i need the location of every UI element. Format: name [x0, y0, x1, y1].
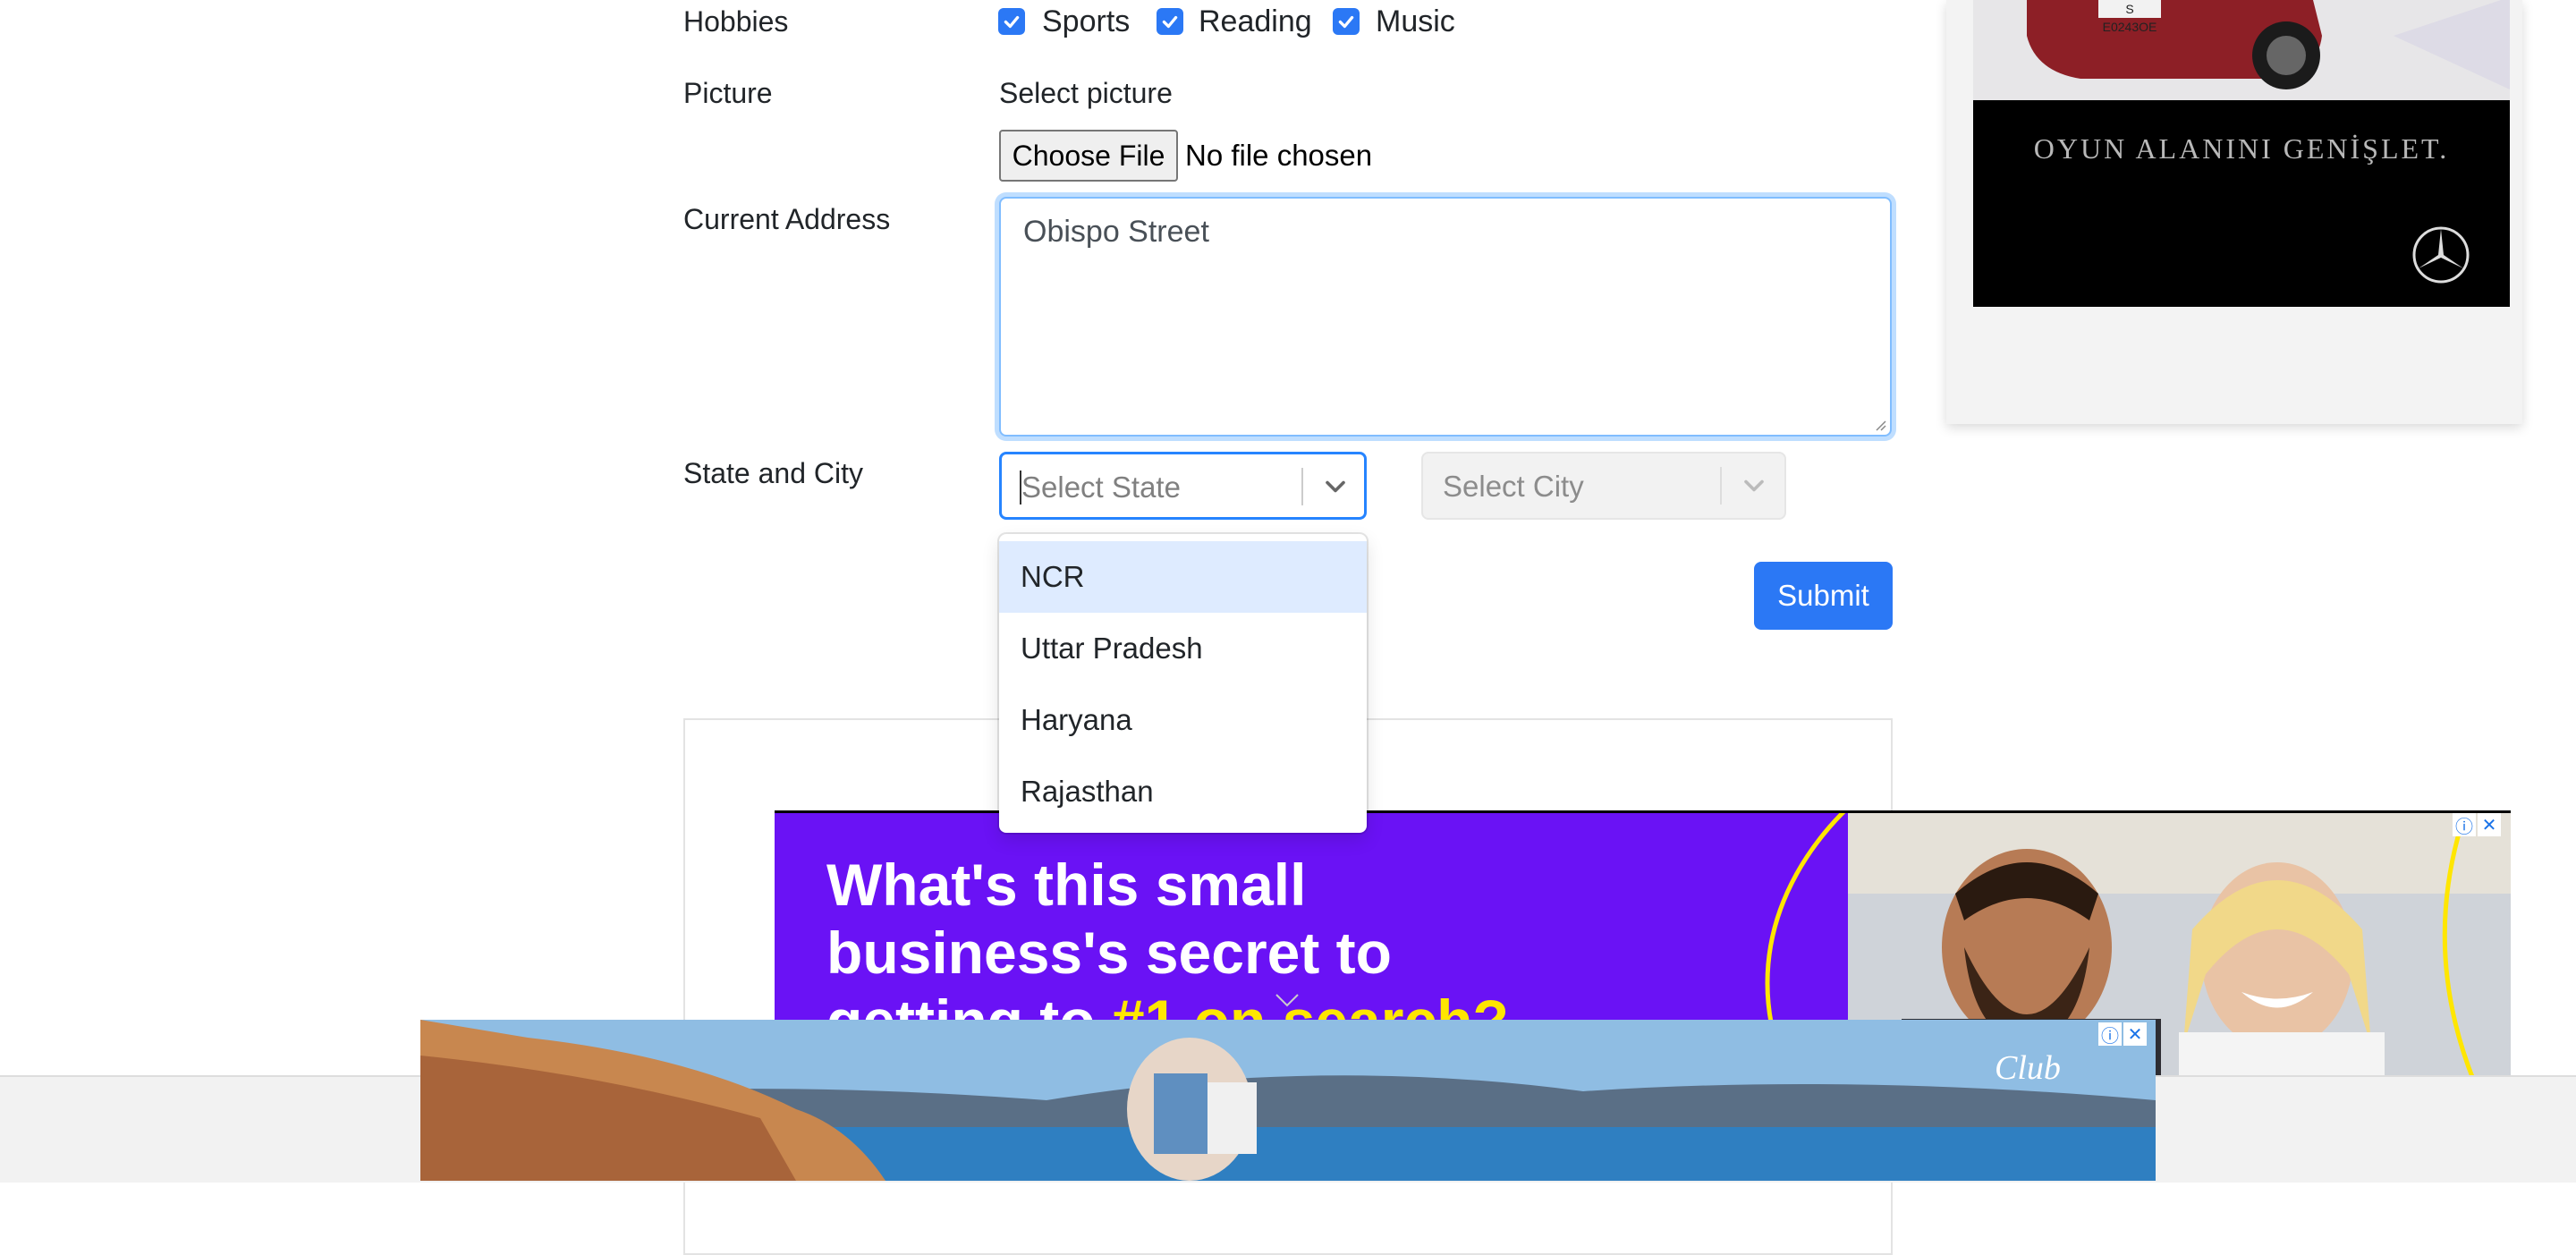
picture-label: Picture: [683, 77, 773, 109]
resize-handle-icon[interactable]: [1872, 417, 1886, 431]
side-ad-slogan: OYUN ALANINI GENİŞLET.: [2033, 132, 2450, 165]
car-ad-image[interactable]: S E0243OE: [1973, 0, 2510, 100]
ad-headline-line-2: business's secret to: [826, 920, 1392, 986]
hobbies-label: Hobbies: [683, 5, 789, 38]
city-placeholder: Select City: [1443, 470, 1584, 503]
state-dropdown-menu: NCR Uttar Pradesh Haryana Rajasthan: [999, 534, 1367, 833]
ad-info-icon[interactable]: ⓘ: [2453, 813, 2476, 837]
state-option-rajasthan[interactable]: Rajasthan: [999, 756, 1367, 827]
reading-label[interactable]: Reading: [1199, 4, 1312, 39]
music-label[interactable]: Music: [1376, 4, 1455, 39]
state-option-haryana[interactable]: Haryana: [999, 684, 1367, 756]
chevron-down-icon[interactable]: [1741, 472, 1767, 499]
current-address-value: Obispo Street: [1023, 215, 1209, 249]
check-icon: [1162, 15, 1178, 29]
ad-headline-line-1: What's this small: [826, 852, 1307, 918]
sports-label[interactable]: Sports: [1042, 4, 1130, 39]
current-address-textarea[interactable]: Obispo Street: [999, 197, 1892, 437]
state-option-uttar-pradesh[interactable]: Uttar Pradesh: [999, 613, 1367, 684]
collapse-chevron-icon[interactable]: [1274, 991, 1301, 1011]
reading-checkbox[interactable]: [1157, 8, 1183, 35]
current-address-label: Current Address: [683, 203, 891, 235]
city-select[interactable]: Select City: [1421, 452, 1786, 520]
indicator-separator: [1720, 467, 1722, 505]
state-city-label: State and City: [683, 457, 863, 489]
bottom-ad-close-icon[interactable]: ✕: [2123, 1022, 2147, 1046]
file-status: No file chosen: [1185, 139, 1373, 172]
check-icon: [1338, 15, 1354, 29]
submit-button[interactable]: Submit: [1754, 562, 1893, 630]
choose-file-button[interactable]: Choose File: [999, 130, 1178, 182]
check-icon: [1004, 15, 1020, 29]
beach-photo: [420, 1020, 2156, 1181]
car-image: [1973, 0, 2510, 100]
select-picture-text: Select picture: [999, 77, 1173, 109]
music-checkbox[interactable]: [1333, 8, 1360, 35]
state-placeholder: Select State: [1021, 471, 1181, 504]
state-select[interactable]: Select State: [999, 452, 1367, 520]
state-option-ncr[interactable]: NCR: [999, 541, 1367, 613]
indicator-separator: [1301, 468, 1303, 505]
club-logo: Club: [1995, 1049, 2061, 1087]
sports-checkbox[interactable]: [998, 8, 1025, 35]
bottom-ad[interactable]: Club: [420, 1020, 2156, 1181]
license-plate: S E0243OE: [2102, 2, 2157, 34]
mercedes-star-icon: [2412, 226, 2470, 284]
chevron-down-icon[interactable]: [1322, 473, 1349, 500]
ad-close-icon[interactable]: ✕: [2478, 813, 2501, 836]
bottom-ad-info-icon[interactable]: ⓘ: [2098, 1022, 2122, 1047]
car-ad-banner[interactable]: [1973, 100, 2510, 307]
